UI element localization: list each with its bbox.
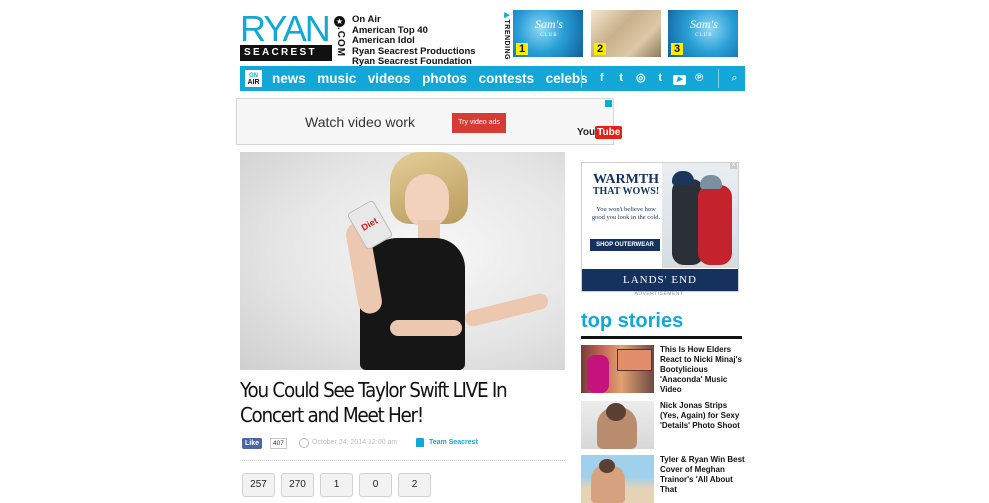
nav-divider	[718, 69, 719, 88]
logo-seacrest: SEACREST	[240, 45, 332, 61]
thumbnail-head	[599, 459, 615, 473]
instagram-icon[interactable]: ◎	[631, 66, 651, 91]
sams-club-logo: Sam's CLUB	[690, 17, 718, 38]
trending-item-3[interactable]: Sam's CLUB 3	[668, 10, 738, 57]
pinterest-icon[interactable]: ℗	[690, 66, 710, 91]
top-story-item[interactable]: Tyler & Ryan Win Best Cover of Meghan Tr…	[581, 455, 746, 503]
figure-arm-right	[463, 291, 550, 329]
story-thumbnail[interactable]	[581, 345, 654, 393]
article-date: October 24, 2014 12:00 am	[312, 439, 398, 446]
sams-club-logo: Sam's CLUB	[535, 17, 563, 38]
thumbnail-screen	[617, 349, 652, 371]
logo-dotcom: .COM	[335, 27, 346, 58]
arrow-icon: ▶	[503, 11, 510, 20]
share-count-facebook[interactable]: 257	[242, 473, 275, 497]
nav-item-videos[interactable]: videos	[368, 66, 411, 91]
search-icon[interactable]: ⌕	[724, 66, 745, 91]
header-link-american-idol[interactable]: American Idol	[352, 35, 476, 47]
video-ad-banner[interactable]: Watch video work Try video ads You Tube	[236, 98, 623, 145]
share-counts: 257 270 1 0 2	[242, 473, 437, 497]
nav-item-news[interactable]: news	[272, 66, 306, 91]
top-story-item[interactable]: This Is How Elders React to Nicki Minaj'…	[581, 345, 746, 395]
trending-number: 2	[594, 43, 606, 55]
story-headline[interactable]: Nick Jonas Strips (Yes, Again) for Sexy …	[660, 401, 746, 431]
share-count-pinterest[interactable]: 1	[320, 473, 353, 497]
main-nav: ON AIR news music videos photos contests …	[240, 66, 745, 91]
figure-waist	[390, 320, 462, 336]
ad-subtext: You won't believe how good you look in t…	[591, 206, 661, 221]
shop-outerwear-button[interactable]: SHOP OUTERWEAR	[590, 239, 660, 251]
logo-ryan: RYAN	[240, 8, 331, 49]
advertisement-label: ADVERTISEMENT	[634, 291, 684, 297]
divider	[240, 460, 565, 461]
ad-text: Watch video work	[305, 114, 415, 130]
youtube-icon[interactable]: ▶	[670, 66, 690, 91]
facebook-icon[interactable]: f	[592, 66, 612, 91]
facebook-like-count: 407	[270, 438, 287, 449]
tumblr-icon[interactable]: t	[651, 66, 671, 91]
trending-item-2[interactable]: 2	[591, 10, 661, 57]
header-link-on-air[interactable]: On Air	[352, 14, 476, 26]
nav-item-photos[interactable]: photos	[422, 66, 467, 91]
article-meta: Like 407 October 24, 2014 12:00 am Team …	[242, 437, 567, 453]
top-stories-rule	[581, 336, 742, 339]
article-hero-image[interactable]: Diet	[240, 152, 565, 370]
article-author[interactable]: Team Seacrest	[429, 439, 478, 446]
top-story-item[interactable]: Nick Jonas Strips (Yes, Again) for Sexy …	[581, 401, 746, 449]
trending-item-1[interactable]: Sam's CLUB 1	[513, 10, 583, 57]
trending-number: 1	[516, 43, 528, 55]
ad-figure-hat	[700, 175, 722, 189]
story-headline[interactable]: Tyler & Ryan Win Best Cover of Meghan Tr…	[660, 455, 746, 495]
social-links: f t ◎ t ▶ ℗	[592, 66, 709, 91]
header-links: On Air American Top 40 American Idol Rya…	[352, 14, 476, 68]
lands-end-logo: LANDS' END	[582, 269, 738, 291]
share-count-email[interactable]: 2	[398, 473, 431, 497]
star-icon: ★	[334, 16, 345, 27]
article-title[interactable]: You Could See Taylor Swift LIVE In Conce…	[240, 378, 544, 428]
nav-items: news music videos photos contests celebs	[272, 66, 599, 91]
trending-label: ▶TRENDING	[503, 11, 510, 61]
story-thumbnail[interactable]	[581, 455, 654, 503]
top-stories-title: top stories	[581, 310, 684, 332]
youtube-logo: You Tube	[577, 126, 623, 139]
thumbnail-head	[606, 403, 626, 421]
ad-figure	[698, 185, 732, 265]
twitter-icon[interactable]: t	[612, 66, 632, 91]
trending-number: 3	[671, 43, 683, 55]
clock-icon	[299, 438, 309, 448]
share-count-google[interactable]: 0	[359, 473, 392, 497]
nav-item-music[interactable]: music	[317, 66, 356, 91]
story-thumbnail[interactable]	[581, 401, 654, 449]
ad-headline: WARMTH THAT WOWS!	[592, 172, 660, 198]
story-headline[interactable]: This Is How Elders React to Nicki Minaj'…	[660, 345, 746, 395]
try-video-ads-button[interactable]: Try video ads	[452, 113, 506, 133]
ad-photo	[662, 163, 738, 268]
on-air-badge[interactable]: ON AIR	[245, 70, 262, 87]
nav-divider	[581, 69, 582, 88]
nav-item-contests[interactable]: contests	[479, 66, 535, 91]
adchoices-icon[interactable]	[605, 100, 612, 107]
site-logo[interactable]: RYAN SEACREST ★ .COM	[240, 8, 348, 62]
share-count-twitter[interactable]: 270	[281, 473, 314, 497]
close-ad-icon[interactable]: x	[730, 162, 737, 169]
ad-figure-hat	[672, 171, 694, 185]
facebook-like-button[interactable]: Like	[242, 438, 263, 449]
thumbnail-figure	[587, 355, 609, 393]
user-icon	[416, 438, 424, 447]
lands-end-ad[interactable]: WARMTH THAT WOWS! You won't believe how …	[581, 162, 739, 292]
